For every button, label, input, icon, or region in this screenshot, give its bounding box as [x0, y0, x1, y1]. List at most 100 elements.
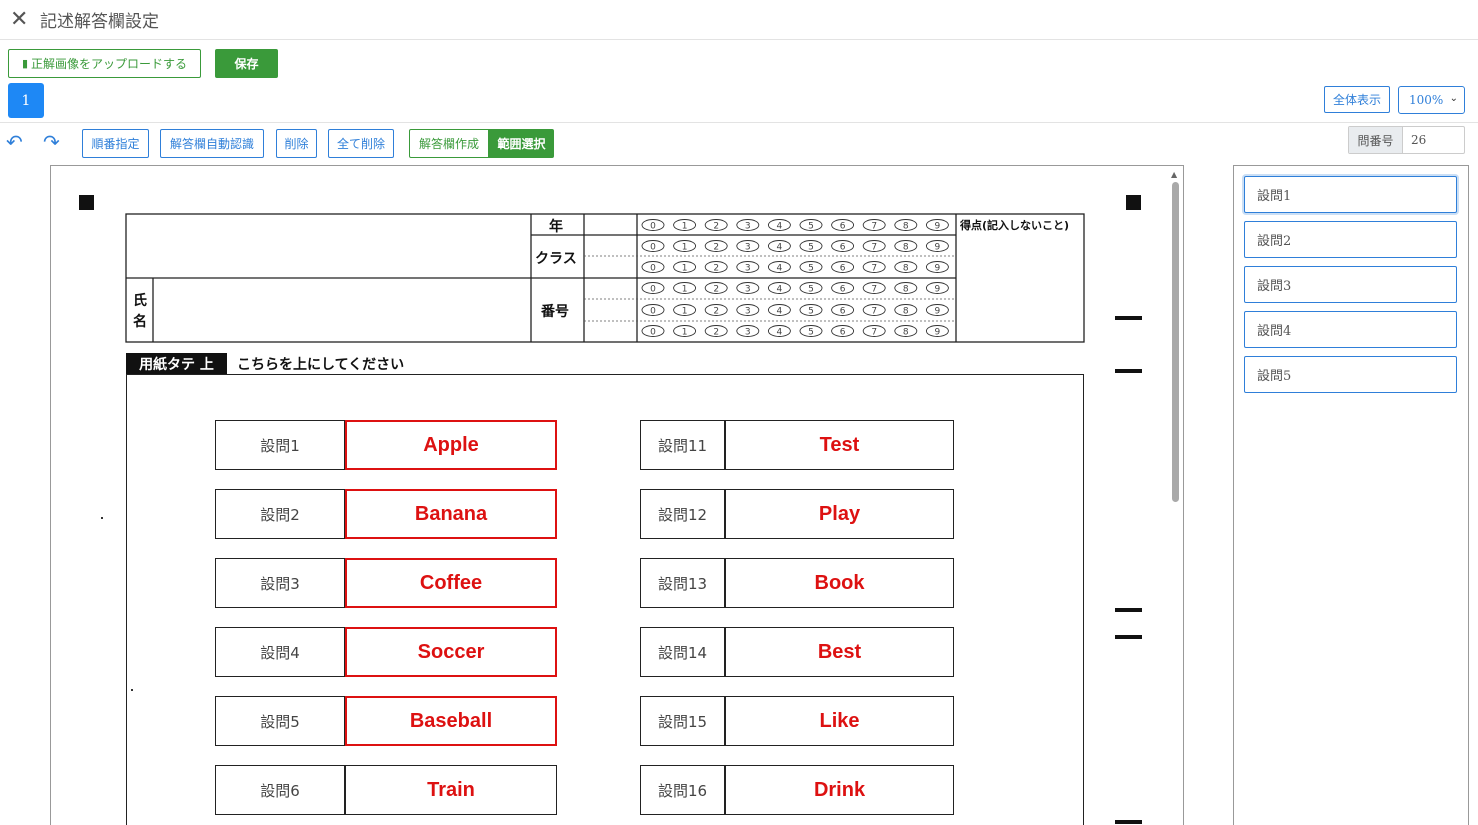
mark-bubble-digit: 4: [777, 222, 783, 232]
mark-bubble-digit: 9: [935, 307, 941, 317]
fit-view-button[interactable]: 全体表示: [1324, 86, 1390, 113]
order-button[interactable]: 順番指定: [82, 129, 149, 158]
question-list-panel: 設問1 設問2 設問3 設問4 設問5: [1233, 165, 1469, 825]
mark-bubble-digit: 6: [840, 285, 846, 295]
answer-field-box[interactable]: Train: [345, 765, 557, 815]
canvas-scrollbar[interactable]: ▲: [1170, 170, 1180, 825]
answer-field-label: 設問5: [215, 696, 345, 746]
chevron-down-icon: ⌄: [1449, 93, 1458, 104]
answer-field-box[interactable]: Like: [725, 696, 954, 746]
create-answer-field-button[interactable]: 解答欄作成: [409, 129, 489, 158]
close-icon[interactable]: ✕: [10, 7, 28, 32]
answer-field-label: 設問6: [215, 765, 345, 815]
zoom-select[interactable]: 100% ⌄: [1398, 86, 1465, 114]
question-list-item[interactable]: 設問2: [1244, 221, 1457, 258]
mark-bubble-digit: 7: [871, 328, 877, 338]
answer-field-box[interactable]: Banana: [345, 489, 557, 539]
mark-bubble-digit: 9: [935, 328, 941, 338]
mark-bubble-digit: 7: [871, 285, 877, 295]
mark-bubble-digit: 4: [777, 243, 783, 253]
mark-bubble-digit: 3: [745, 328, 751, 338]
mark-bubble-digit: 8: [903, 285, 909, 295]
auto-detect-button[interactable]: 解答欄自動認識: [160, 129, 264, 158]
delete-all-button[interactable]: 全て削除: [328, 129, 394, 158]
answer-field-box[interactable]: Test: [725, 420, 954, 470]
answer-field-label: 設問11: [640, 420, 725, 470]
answer-field-label: 設問12: [640, 489, 725, 539]
redo-icon[interactable]: ↷: [43, 130, 60, 154]
scan-dot: [101, 517, 103, 519]
answer-field-box[interactable]: Soccer: [345, 627, 557, 677]
answer-field-box[interactable]: Book: [725, 558, 954, 608]
mark-bubble-digit: 6: [840, 328, 846, 338]
mark-bubble-digit: 3: [745, 222, 751, 232]
question-list-item[interactable]: 設問1: [1244, 176, 1457, 213]
mark-bubble-digit: 6: [840, 307, 846, 317]
mark-bubble-digit: 5: [808, 328, 814, 338]
delete-button[interactable]: 削除: [276, 129, 317, 158]
undo-icon[interactable]: ↶: [6, 130, 23, 154]
mark-bubble-digit: 5: [808, 307, 814, 317]
mark-bubble-digit: 1: [682, 264, 688, 274]
answer-field-box[interactable]: Drink: [725, 765, 954, 815]
page-tab-1[interactable]: 1: [8, 83, 44, 118]
answer-field-box[interactable]: Best: [725, 627, 954, 677]
range-select-button[interactable]: 範囲選択: [489, 129, 554, 158]
question-list-item[interactable]: 設問4: [1244, 311, 1457, 348]
answer-field-box[interactable]: Play: [725, 489, 954, 539]
scan-dot: [131, 689, 133, 691]
question-number-field[interactable]: 問番号 26: [1348, 126, 1465, 154]
mark-bubble-digit: 7: [871, 307, 877, 317]
mark-bubble-digit: 2: [713, 328, 719, 338]
mark-bubble-digit: 8: [903, 222, 909, 232]
mark-bubble-digit: 4: [777, 328, 783, 338]
answer-field-box[interactable]: Coffee: [345, 558, 557, 608]
mark-bubble-digit: 7: [871, 243, 877, 253]
file-upload-icon: ▮: [21, 57, 29, 70]
name-label-1: 氏: [133, 293, 147, 309]
mark-bubble-digit: 1: [682, 328, 688, 338]
answer-sheet-canvas[interactable]: 0 1 2 3 4 5 6 7 8 9 0 1 2 3 4 5 6 7 8 9 0 1 2 3 4 5 6 7 8 9 0 1 2 3 4 5 6 7 8 9…: [50, 165, 1184, 825]
question-number-value[interactable]: 26: [1403, 127, 1426, 153]
mark-bubble-digit: 9: [935, 285, 941, 295]
mark-bubble-digit: 0: [650, 243, 656, 253]
mark-bubble-digit: 2: [713, 285, 719, 295]
answer-field-box[interactable]: Apple: [345, 420, 557, 470]
mark-bubble-digit: 5: [808, 285, 814, 295]
mark-bubble-digit: 0: [650, 264, 656, 274]
answer-field-label: 設問15: [640, 696, 725, 746]
answer-field-label: 設問2: [215, 489, 345, 539]
answer-field-label: 設問13: [640, 558, 725, 608]
save-button[interactable]: 保存: [215, 49, 278, 78]
mark-bubble-digit: 0: [650, 328, 656, 338]
mark-bubble-digit: 5: [808, 264, 814, 274]
answer-field-label: 設問1: [215, 420, 345, 470]
mark-bubble-digit: 9: [935, 264, 941, 274]
sheet-header-table: 0 1 2 3 4 5 6 7 8 9 0 1 2 3 4 5 6 7 8 9 0 1 2 3 4 5 6 7 8 9 0 1 2 3 4 5 6 7 8 9…: [125, 213, 1085, 343]
mark-bubble-digit: 8: [903, 243, 909, 253]
answer-field-box[interactable]: Baseball: [345, 696, 557, 746]
mark-bubble-digit: 1: [682, 243, 688, 253]
question-list-item[interactable]: 設問5: [1244, 356, 1457, 393]
mark-bubble-digit: 3: [745, 307, 751, 317]
mark-bubble-digit: 8: [903, 328, 909, 338]
zoom-value: 100%: [1409, 93, 1444, 107]
question-list-item[interactable]: 設問3: [1244, 266, 1457, 303]
timing-mark: [1115, 635, 1142, 639]
class-label: クラス: [535, 251, 577, 267]
mark-bubble-digit: 6: [840, 222, 846, 232]
timing-mark: [1115, 608, 1142, 612]
mark-bubble-digit: 7: [871, 222, 877, 232]
scroll-up-icon[interactable]: ▲: [1171, 170, 1177, 179]
title-bar: ✕ 記述解答欄設定: [0, 0, 1478, 40]
upload-button-label: 正解画像をアップロードする: [31, 57, 188, 71]
mark-bubble-digit: 3: [745, 285, 751, 295]
upload-answer-image-button[interactable]: ▮ 正解画像をアップロードする: [8, 49, 201, 78]
year-label: 年: [549, 219, 563, 235]
window-title: 記述解答欄設定: [40, 12, 159, 32]
mark-bubble-digit: 1: [682, 307, 688, 317]
mark-bubble-digit: 2: [713, 307, 719, 317]
scroll-thumb[interactable]: [1172, 182, 1179, 502]
mark-bubble-digit: 5: [808, 243, 814, 253]
mark-bubble-digit: 5: [808, 222, 814, 232]
